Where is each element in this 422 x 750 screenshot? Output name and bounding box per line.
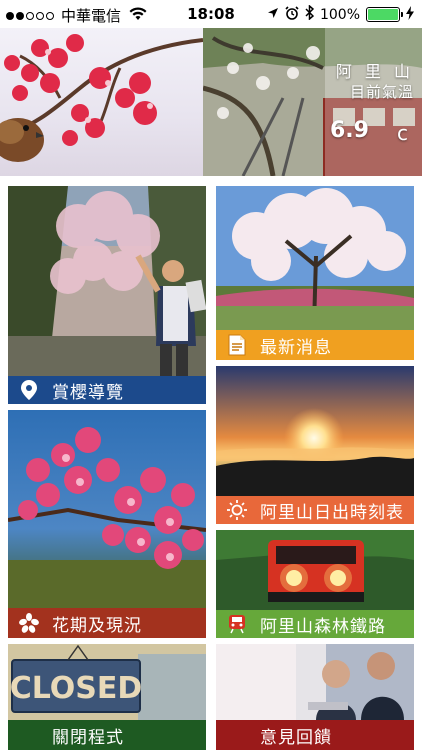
bluetooth-icon <box>305 4 315 24</box>
feedback-icon <box>224 722 250 748</box>
sunrise-label: 阿里山日出時刻表 <box>260 502 404 523</box>
railway-photo <box>216 530 414 610</box>
railway-label: 阿里山森林鐵路 <box>260 616 386 637</box>
bloom-photo <box>8 410 206 608</box>
location-pin-icon <box>16 377 42 403</box>
status-right: 100% <box>267 4 414 24</box>
feedback-label: 意見回饋 <box>260 727 332 748</box>
tile-bloom-status[interactable]: 花期及現況 <box>8 410 206 638</box>
sun-icon <box>224 497 250 523</box>
tile-blossom-guide[interactable]: 賞櫻導覽 <box>8 186 206 404</box>
weather-location: 阿 里 山 <box>335 62 414 81</box>
close-label: 關閉程式 <box>52 727 124 748</box>
battery-fill <box>368 9 398 20</box>
closed-sign-photo: CLOSED <box>8 644 206 720</box>
close-app-icon <box>16 722 42 748</box>
news-photo <box>216 186 414 330</box>
sunrise-label-bar: 阿里山日出時刻表 <box>216 496 414 524</box>
weather-panel: 阿 里 山 目前氣溫 6.9 c <box>325 28 422 176</box>
location-arrow-icon <box>267 7 279 23</box>
battery-percent: 100% <box>319 6 360 23</box>
flower-icon <box>16 610 42 636</box>
tile-sunrise-timetable[interactable]: 阿里山日出時刻表 <box>216 366 414 524</box>
tile-forest-railway[interactable]: 阿里山森林鐵路 <box>216 530 414 638</box>
news-label: 最新消息 <box>260 337 332 358</box>
tile-feedback[interactable]: 意見回饋 <box>216 644 414 750</box>
train-icon <box>224 611 250 637</box>
guide-label: 賞櫻導覽 <box>52 382 124 403</box>
feedback-photo <box>216 644 414 720</box>
bloom-label-bar: 花期及現況 <box>8 608 206 638</box>
cherry-blossom-bird-image <box>0 28 203 176</box>
alarm-icon <box>285 5 299 24</box>
sunrise-photo <box>216 366 414 496</box>
tile-close-app[interactable]: CLOSED 關閉程式 <box>8 644 206 750</box>
charging-bolt-icon <box>406 5 414 24</box>
news-label-bar: 最新消息 <box>216 330 414 360</box>
guide-photo <box>8 186 206 376</box>
document-icon <box>224 332 250 358</box>
temperature-unit: c <box>397 121 408 145</box>
header-banner: 阿 里 山 目前氣溫 6.9 c <box>0 28 422 176</box>
close-label-bar: 關閉程式 <box>8 720 206 750</box>
bloom-label: 花期及現況 <box>52 615 142 636</box>
feedback-label-bar: 意見回饋 <box>216 720 414 750</box>
temperature-value: 6.9 <box>330 118 369 143</box>
guide-label-bar: 賞櫻導覽 <box>8 376 206 404</box>
alishan-train-image: 阿 里 山 目前氣溫 6.9 c <box>203 28 422 176</box>
railway-label-bar: 阿里山森林鐵路 <box>216 610 414 638</box>
battery-icon <box>366 7 403 22</box>
tile-latest-news[interactable]: 最新消息 <box>216 186 414 360</box>
weather-label: 目前氣溫 <box>349 83 414 101</box>
status-bar: 中華電信 18:08 100% <box>0 0 422 28</box>
closed-sign-text: CLOSED <box>10 671 143 706</box>
